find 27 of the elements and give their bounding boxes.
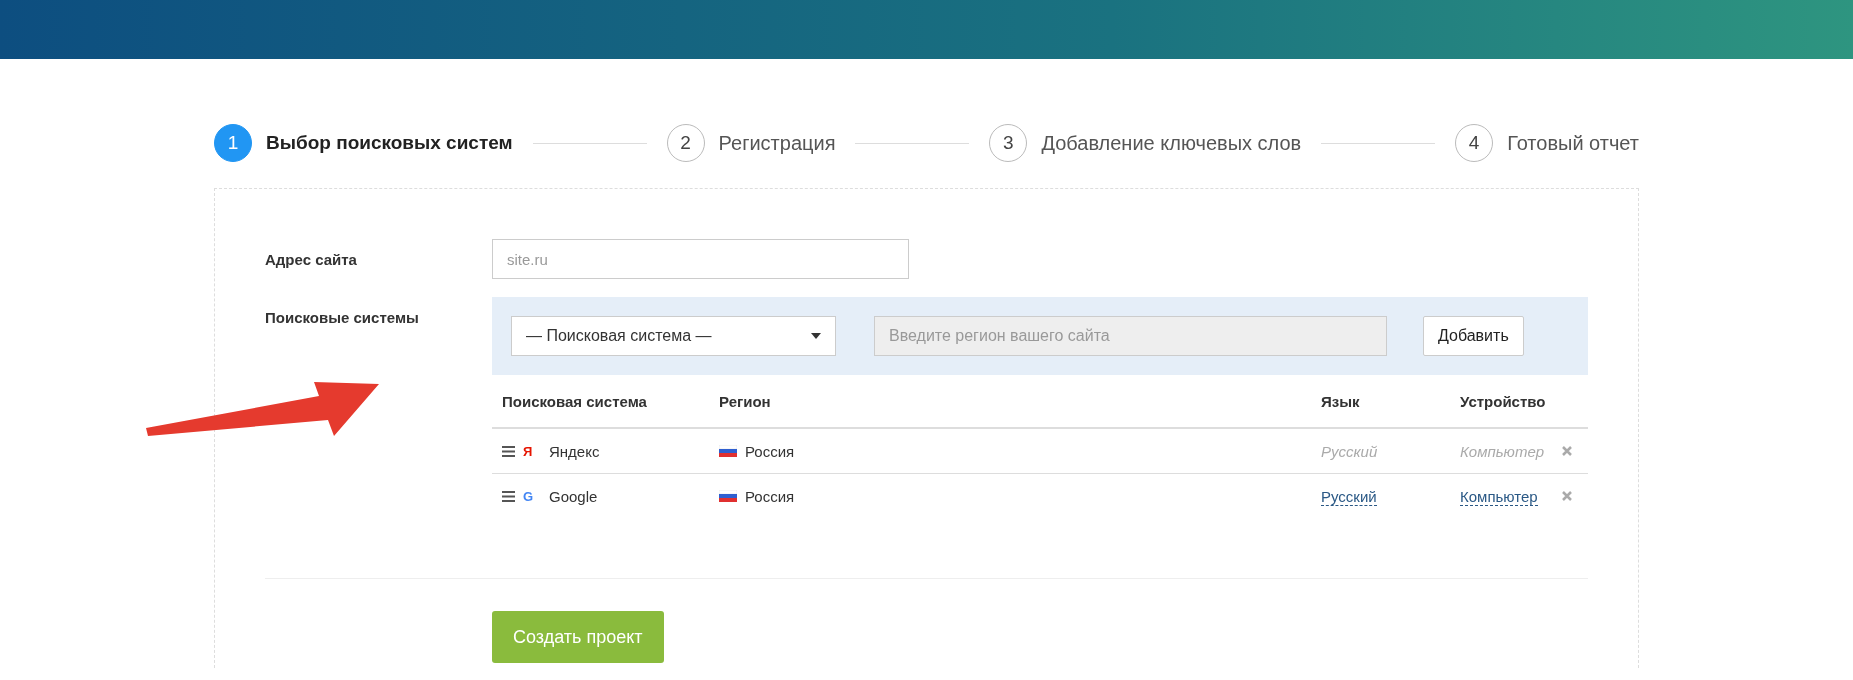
drag-handle-icon[interactable] (502, 445, 515, 457)
caret-icon (811, 333, 821, 339)
region-name: Россия (745, 442, 795, 460)
device-link[interactable]: Компьютер (1460, 487, 1538, 506)
flag-icon (719, 490, 737, 502)
engine-logo-icon: Я (523, 443, 535, 459)
add-button[interactable]: Добавить (1423, 316, 1524, 356)
engine-name: Google (549, 487, 598, 505)
step-label[interactable]: Выбор поисковых систем (266, 132, 513, 154)
step-number: 1 (214, 124, 252, 162)
language-link[interactable]: Русский (1321, 487, 1377, 506)
column-header: Устройство (1460, 392, 1547, 410)
search-engine-dropdown[interactable]: — Поисковая система — (511, 316, 836, 356)
column-header: Язык (1321, 392, 1361, 410)
field-label: Поисковые системы (265, 308, 420, 326)
column-header: Регион (719, 392, 772, 410)
column-header: Поисковая система (502, 392, 648, 410)
region-name: Россия (745, 487, 795, 505)
step-label[interactable]: Добавление ключевых слов (1041, 131, 1302, 155)
field-label: Адрес сайта (265, 250, 358, 268)
step-label[interactable]: Готовый отчет (1507, 131, 1639, 155)
flag-icon (719, 445, 737, 457)
drag-handle-icon[interactable] (502, 490, 515, 502)
step-label[interactable]: Регистрация (718, 131, 836, 155)
site-address-field[interactable]: site.ru (492, 239, 909, 279)
engine-logo-icon: G (523, 488, 535, 504)
engine-name: Яндекс (549, 442, 600, 460)
